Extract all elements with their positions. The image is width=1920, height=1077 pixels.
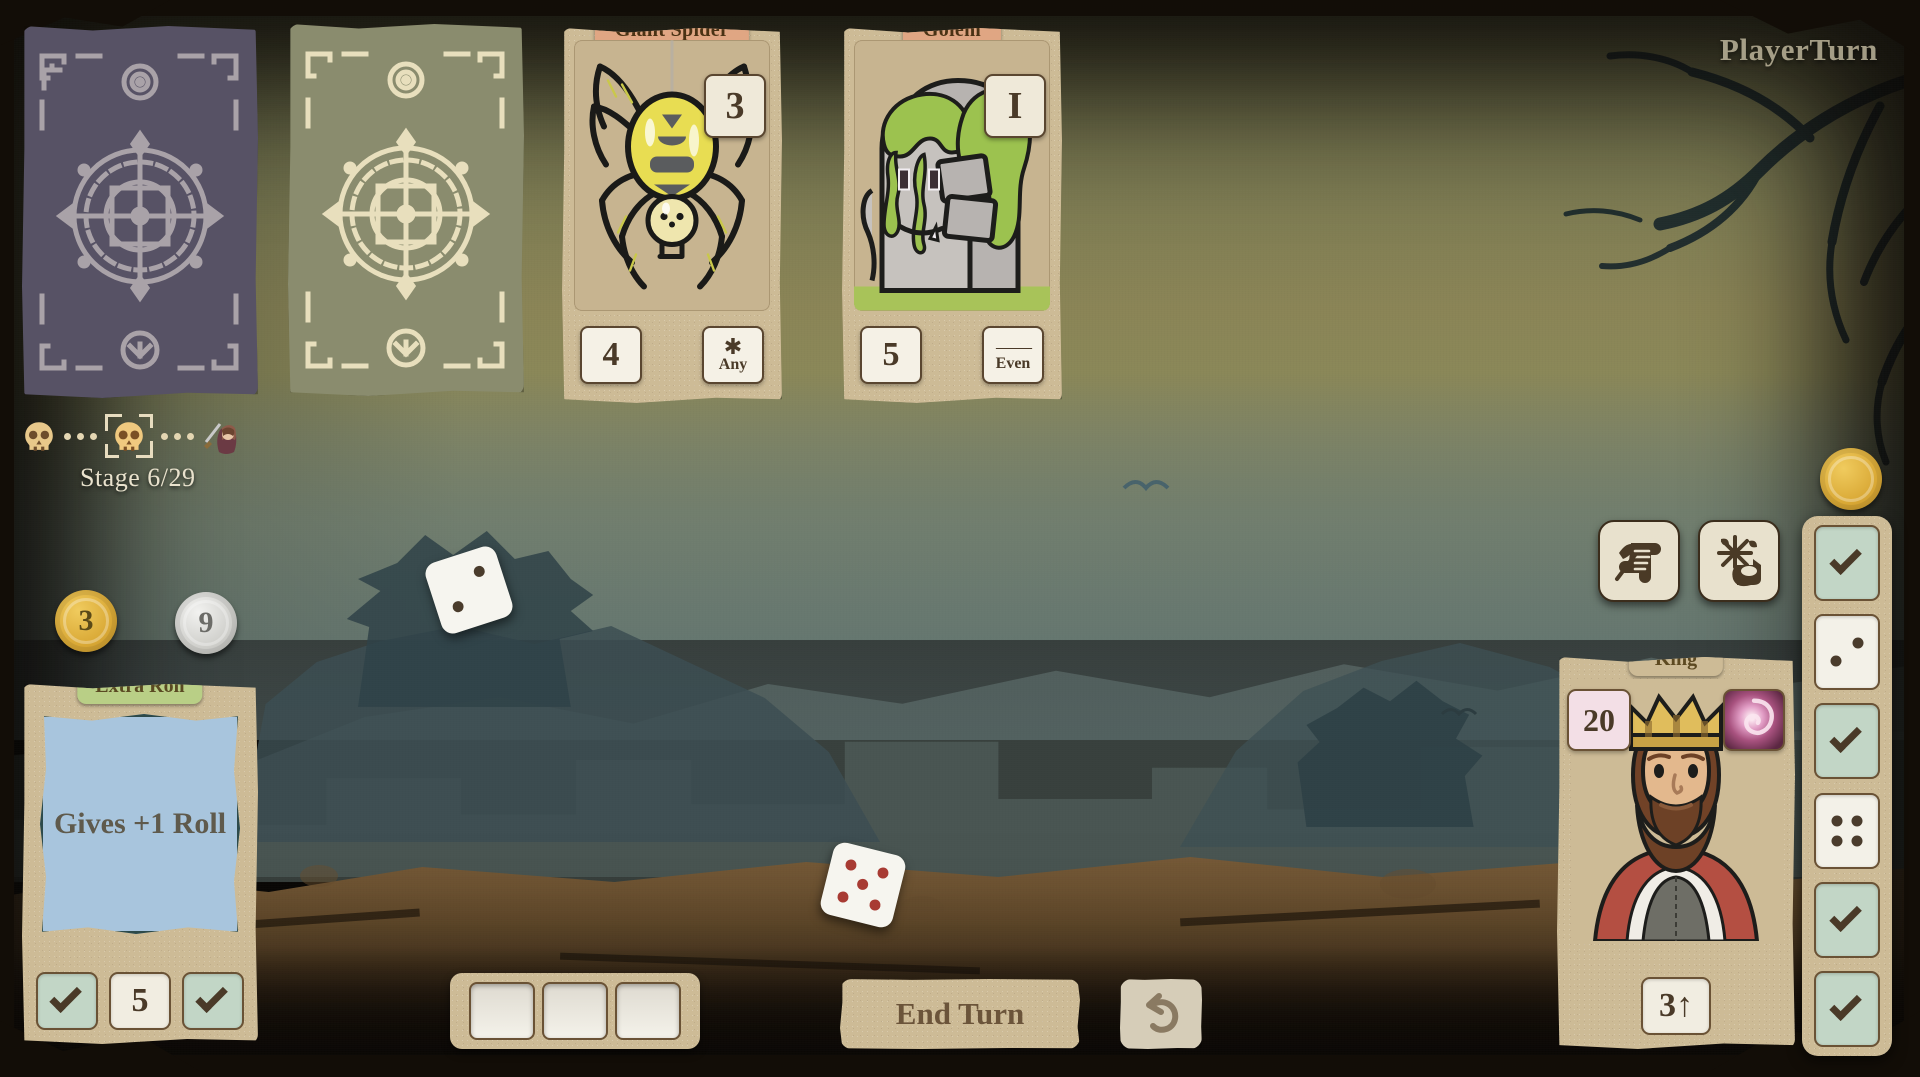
top-gold-coin[interactable]: [1820, 448, 1882, 510]
dice-tray-slot-check[interactable]: [1814, 881, 1880, 958]
asterisk-icon: ✱: [723, 334, 743, 360]
stage-dots: [161, 432, 194, 440]
item-footer-row: 5: [36, 970, 244, 1032]
monster-stats-row: 5 —— Even: [854, 323, 1050, 387]
item-card-extra-roll[interactable]: Extra Roll Gives +1 Roll 5: [22, 684, 258, 1044]
silver-coin-counter[interactable]: 9: [175, 592, 237, 654]
current-stage-bracket: [105, 414, 153, 458]
pink-swirl-icon: [1744, 698, 1774, 735]
dice-tray-slot-die-2[interactable]: [1814, 614, 1880, 691]
hero-stat-slot[interactable]: 3↑: [1641, 977, 1711, 1035]
scroll-quill-icon: [1615, 543, 1661, 583]
check-icon: [1829, 720, 1862, 754]
stat-label: Any: [718, 356, 748, 374]
die-2-icon: [1830, 637, 1864, 667]
turn-indicator: PlayerTurn: [1719, 32, 1878, 67]
deck-back-olive[interactable]: [288, 24, 524, 396]
monster-level-badge: 3: [704, 74, 766, 138]
dice-tray-slot-die-4[interactable]: [1814, 792, 1880, 869]
monster-stat-number[interactable]: 4: [580, 326, 642, 384]
hand-slot[interactable]: [615, 982, 681, 1040]
bird-silhouette: [1440, 708, 1478, 717]
check-icon: [1829, 542, 1862, 576]
frame-bottom: [0, 1055, 1920, 1077]
stage-progress: Stage 6/29: [22, 414, 292, 493]
dice-tray-slot-check[interactable]: [1814, 525, 1880, 601]
stage-dots: [64, 432, 97, 440]
hand-card-slots: [450, 973, 700, 1049]
monster-stat-number[interactable]: 5: [860, 326, 922, 384]
dice-tray-slot-check[interactable]: [1814, 970, 1880, 1047]
frame-right: [1904, 0, 1920, 1077]
dice-tray-slot-check[interactable]: [1814, 703, 1880, 780]
skull-icon: [25, 422, 53, 451]
ground-pebble: [900, 896, 944, 922]
end-turn-button[interactable]: End Turn: [840, 979, 1080, 1049]
monster-stat-condition[interactable]: ✱ Any: [702, 326, 764, 384]
item-slot-number[interactable]: 5: [109, 972, 171, 1030]
item-slot-check[interactable]: [36, 972, 98, 1030]
weapons-pouch-icon: [1717, 535, 1761, 587]
monster-level-badge: I: [984, 74, 1046, 138]
hand-slot[interactable]: [542, 982, 608, 1040]
check-icon: [49, 980, 82, 1014]
frame-left: [0, 0, 14, 1077]
game-screen: Giant Spider 3 4 ✱ Any Golem I 5 —— Even…: [0, 0, 1920, 1077]
dead-tree-silhouette: [1563, 51, 1920, 466]
monster-stats-row: 4 ✱ Any: [574, 323, 770, 387]
coin-ring: [1828, 456, 1874, 502]
stat-value: 4: [602, 336, 620, 373]
check-icon: [1829, 899, 1862, 932]
dice-tray: [1802, 516, 1892, 1056]
monster-stat-condition[interactable]: —— Even: [982, 326, 1044, 384]
journal-button[interactable]: [1598, 520, 1680, 602]
hero-marker-icon: [204, 423, 237, 454]
ground-pebble: [1380, 869, 1436, 899]
hero-card-king[interactable]: King 20 3↑: [1557, 657, 1795, 1049]
undo-arrow-icon: [1146, 993, 1179, 1033]
stat-value: 5: [882, 336, 900, 373]
inventory-button[interactable]: [1698, 520, 1780, 602]
stat-label: Even: [995, 354, 1031, 372]
stage-label: Stage 6/29: [80, 463, 196, 492]
ground-pebble: [300, 865, 338, 887]
check-icon: [1829, 988, 1862, 1021]
monster-card-golem[interactable]: Golem I 5 —— Even: [842, 28, 1062, 403]
undo-button[interactable]: [1120, 979, 1202, 1049]
hand-slot[interactable]: [469, 982, 535, 1040]
gold-coin-counter[interactable]: 3: [55, 590, 117, 652]
hero-footer-row: 3↑: [1557, 977, 1795, 1035]
monster-card-giant-spider[interactable]: Giant Spider 3 4 ✱ Any: [562, 28, 782, 403]
item-description: Gives +1 Roll: [40, 714, 240, 934]
coin-ring: [183, 600, 229, 646]
deck-emblem: [39, 53, 239, 371]
deck-emblem: [305, 51, 505, 369]
hero-hp-badge: 20: [1567, 689, 1631, 751]
check-icon: [195, 980, 228, 1014]
coin-ring: [63, 598, 109, 644]
die-4-icon: [1831, 815, 1863, 847]
item-slot-check[interactable]: [182, 972, 244, 1030]
hero-ability-icon[interactable]: [1723, 689, 1785, 751]
stage-nodes: [22, 414, 292, 458]
deck-back-purple[interactable]: [22, 26, 258, 398]
bird-silhouette: [1122, 480, 1170, 492]
frame-top: [0, 0, 1920, 16]
